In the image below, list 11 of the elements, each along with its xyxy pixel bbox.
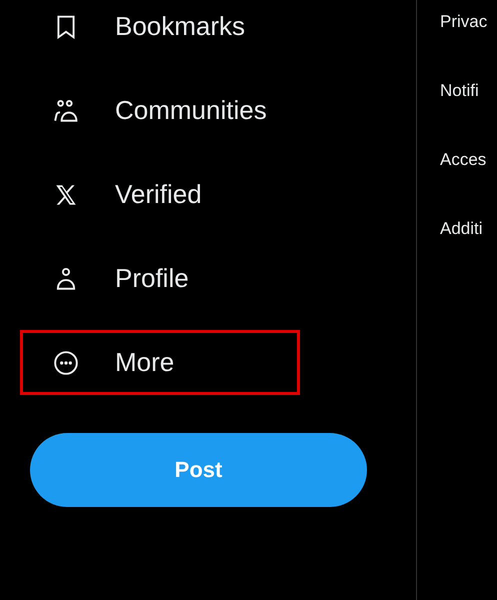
- settings-item[interactable]: Notifi: [440, 81, 497, 101]
- settings-item[interactable]: Privac: [440, 12, 497, 32]
- nav-item[interactable]: Verified: [115, 179, 202, 210]
- nav-item[interactable]: Profile: [115, 263, 189, 294]
- more-icon: [53, 350, 79, 376]
- nav-item[interactable]: More: [115, 347, 174, 378]
- nav-item[interactable]: Bookmarks: [115, 11, 246, 42]
- nav-item[interactable]: Communities: [115, 95, 267, 126]
- settings-item[interactable]: Acces: [440, 150, 497, 170]
- people-icon: [53, 98, 79, 124]
- settings-item[interactable]: Additi: [440, 219, 497, 239]
